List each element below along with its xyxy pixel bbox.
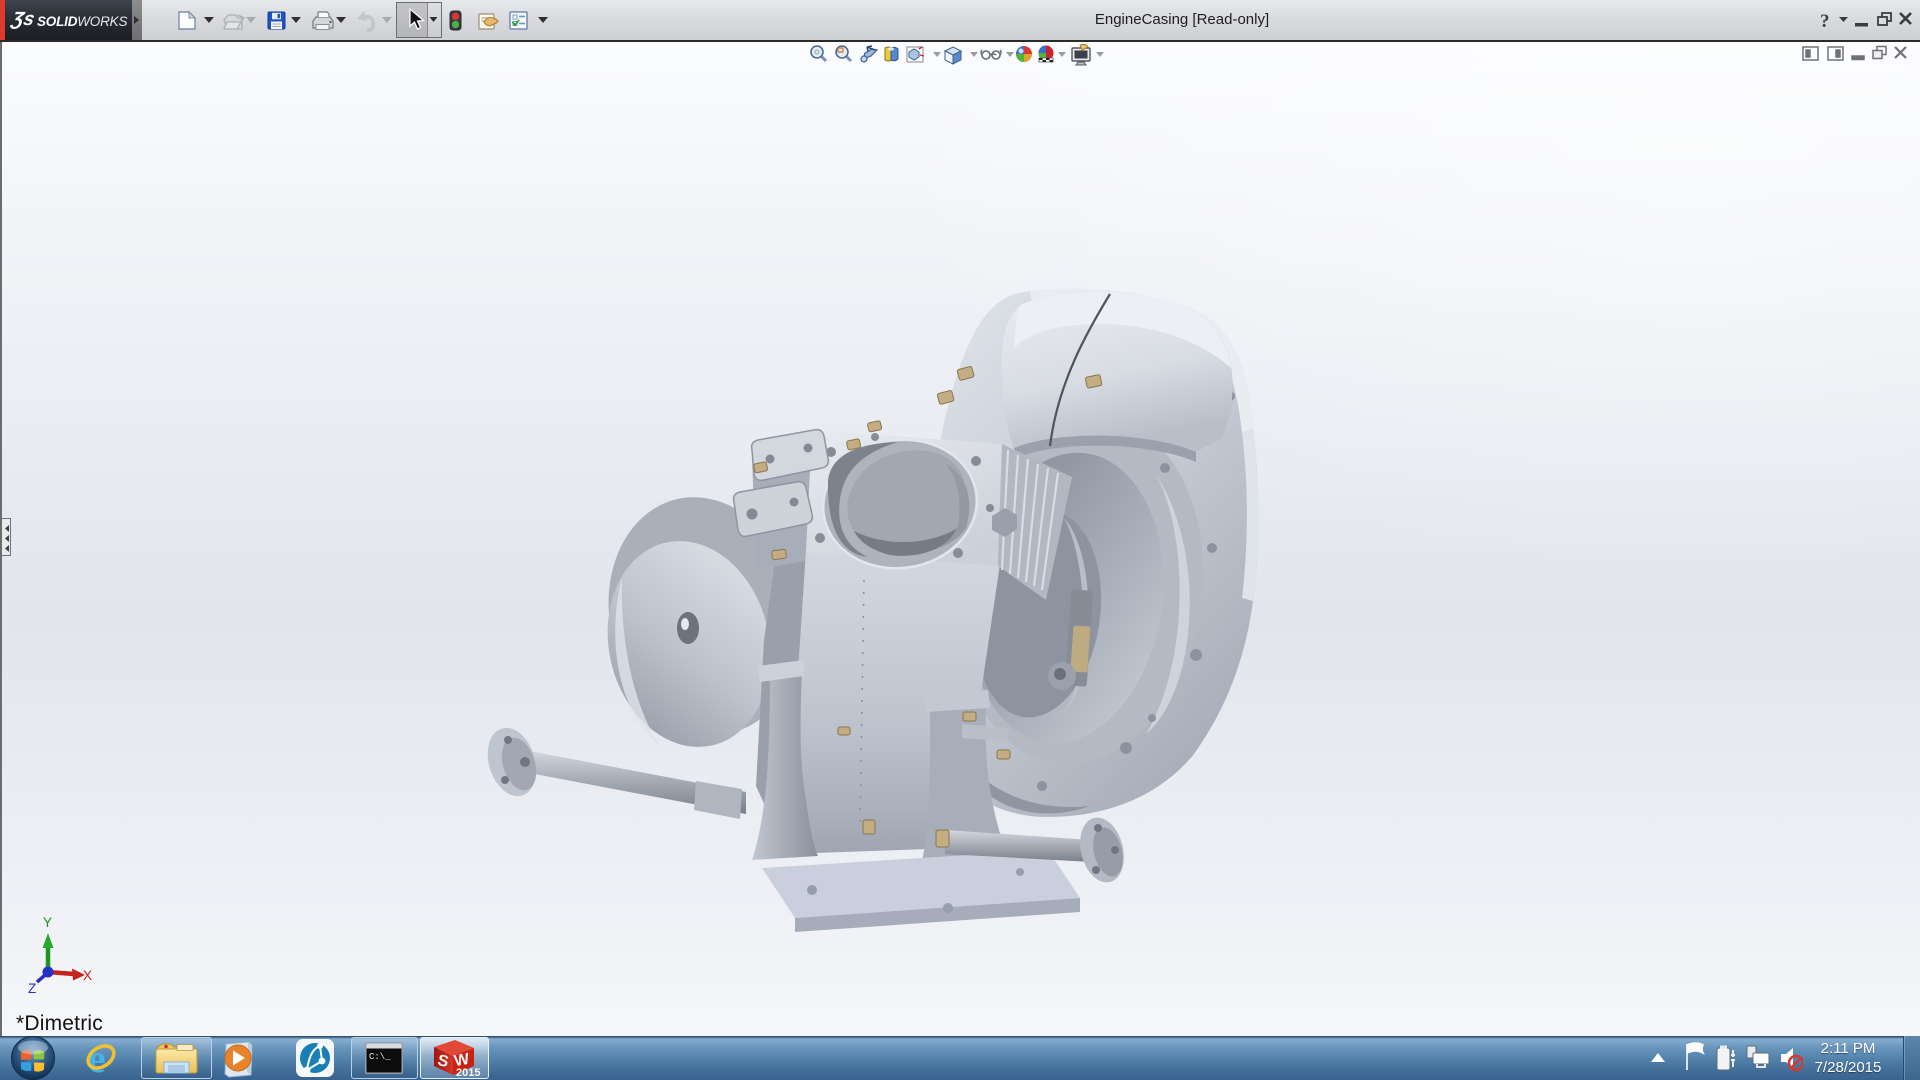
- svg-text:Z: Z: [28, 981, 36, 996]
- svg-text:e: e: [88, 1036, 106, 1080]
- svg-text:X: X: [83, 968, 92, 983]
- svg-text:Y: Y: [43, 915, 52, 930]
- svg-text:2015: 2015: [456, 1067, 480, 1079]
- svg-text:C:\_: C:\_: [369, 1052, 391, 1062]
- svg-text:?: ?: [1820, 11, 1830, 32]
